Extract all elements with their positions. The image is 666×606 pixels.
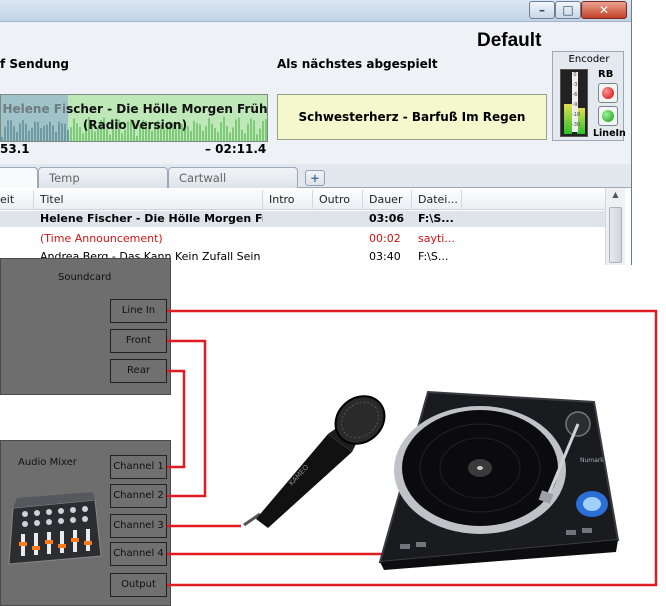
linein-label: LineIn [593,128,626,139]
title-bar: – □ ✕ [0,0,631,22]
row-datei: sayti... [418,232,455,245]
app-window: – □ ✕ Default f Sendung Als nächstes abg… [0,0,632,265]
waveform-bar [256,134,258,141]
row-dauer: 00:02 [369,232,401,245]
next-up-label: Als nächstes abgespielt [277,57,438,71]
red-light-icon [602,87,614,99]
scrollbar-thumb[interactable] [609,207,622,263]
encoder-title: Encoder [568,54,610,65]
vu-scale-tick: 0 [573,72,577,78]
tab-temp[interactable]: Temp [38,167,168,188]
scroll-up-arrow-icon[interactable]: ▲ [608,190,623,204]
column-intro[interactable]: Intro [263,190,313,210]
green-light-icon [602,110,614,122]
waveform-bar [55,132,57,141]
table-row[interactable]: (Time Announcement) 00:02 sayti... [0,231,605,247]
vu-scale-tick: -9 [572,102,578,108]
next-track-box[interactable]: Schwesterherz - Barfuß Im Regen [277,94,547,140]
on-air-label: f Sendung [0,57,69,71]
waveform-bar [244,133,246,141]
table-row[interactable]: Helene Fischer - Die Hölle Morgen Fr... … [0,211,605,227]
vu-scale-tick: -30 [572,122,581,128]
linein-button[interactable] [598,106,618,126]
vertical-scrollbar[interactable]: ▲ [605,188,625,265]
vu-scale-tick: -3 [572,82,578,88]
waveform-bar [1,137,3,141]
port-front: Front [110,329,167,353]
row-datei: F:\S... [418,250,449,263]
waveform-bar [109,134,111,141]
row-dauer: 03:40 [369,250,401,263]
now-playing-waveform[interactable]: Helene Fischer - Die Hölle Morgen Früh (… [0,94,268,142]
waveform-bar [136,135,138,141]
now-playing-title: Helene Fischer - Die Hölle Morgen Früh (… [1,101,268,133]
waveform-bar [229,132,231,141]
vu-meter-left [564,104,572,134]
tab-bar: Temp Cartwall + [0,164,631,188]
vu-scale: 0 -3 -6 -9 -18 -30 [572,72,581,132]
microphone-icon: KAMEO [243,395,386,528]
rb-label: RB [598,69,614,80]
port-output: Output [110,573,167,597]
minimize-icon: – [539,3,545,17]
waveform-bar [217,132,219,141]
tab-cartwall[interactable]: Cartwall [168,167,298,188]
now-playing-title-part: Helene Fi [2,102,67,116]
row-dauer: 03:06 [369,212,405,225]
row-datei: F:\S... [418,212,454,225]
column-zeit[interactable]: eit [0,190,34,210]
maximize-button[interactable]: □ [555,1,581,19]
now-playing-title-rest: scher - Die Hölle Morgen Früh [66,102,268,116]
column-outro[interactable]: Outro [313,190,363,210]
playlist-grid: eit Titel Intro Outro Dauer Datei... Hel… [0,188,631,265]
column-datei[interactable]: Datei... [412,190,462,210]
close-button[interactable]: ✕ [581,1,627,19]
port-channel-1: Channel 1 [110,455,167,479]
audio-mixer-title: Audio Mixer [18,457,77,468]
elapsed-time: 53.1 [0,142,30,156]
plus-icon: + [310,171,320,185]
rb-record-button[interactable] [598,83,618,103]
tab-playlist[interactable] [0,167,38,188]
port-rear: Rear [110,359,167,383]
add-tab-button[interactable]: + [305,170,325,186]
close-icon: ✕ [598,3,610,17]
vu-scale-tick: -6 [572,92,578,98]
now-playing-title-line2: (Radio Version) [82,118,188,132]
vu-scale-tick: -18 [572,112,581,118]
port-channel-2: Channel 2 [110,484,167,508]
minimize-button[interactable]: – [529,1,555,19]
audio-mixer-icon [8,492,102,565]
waveform-bar [16,132,18,141]
encoder-panel: Encoder 0 -3 -6 -9 -18 -30 RB LineIn [552,51,626,141]
turntable-icon: Numark [378,390,620,570]
soundcard-title: Soundcard [58,272,112,283]
maximize-icon: □ [562,3,574,17]
grid-header: eit Titel Intro Outro Dauer Datei... [0,190,605,210]
row-titel: (Time Announcement) [40,232,163,245]
remaining-time: – 02:11.4 [205,142,267,156]
vu-meter: 0 -3 -6 -9 -18 -30 [560,69,588,137]
waveform-bar [121,133,123,141]
port-channel-3: Channel 3 [110,514,167,538]
column-titel[interactable]: Titel [34,190,263,210]
profile-name: Default [477,30,542,51]
row-titel: Helene Fischer - Die Hölle Morgen Fr... [40,212,263,225]
svg-text:Numark: Numark [580,457,604,464]
waveform-bar [82,133,84,141]
column-dauer[interactable]: Dauer [363,190,412,210]
port-line-in: Line In [110,299,167,323]
port-channel-4: Channel 4 [110,542,167,566]
